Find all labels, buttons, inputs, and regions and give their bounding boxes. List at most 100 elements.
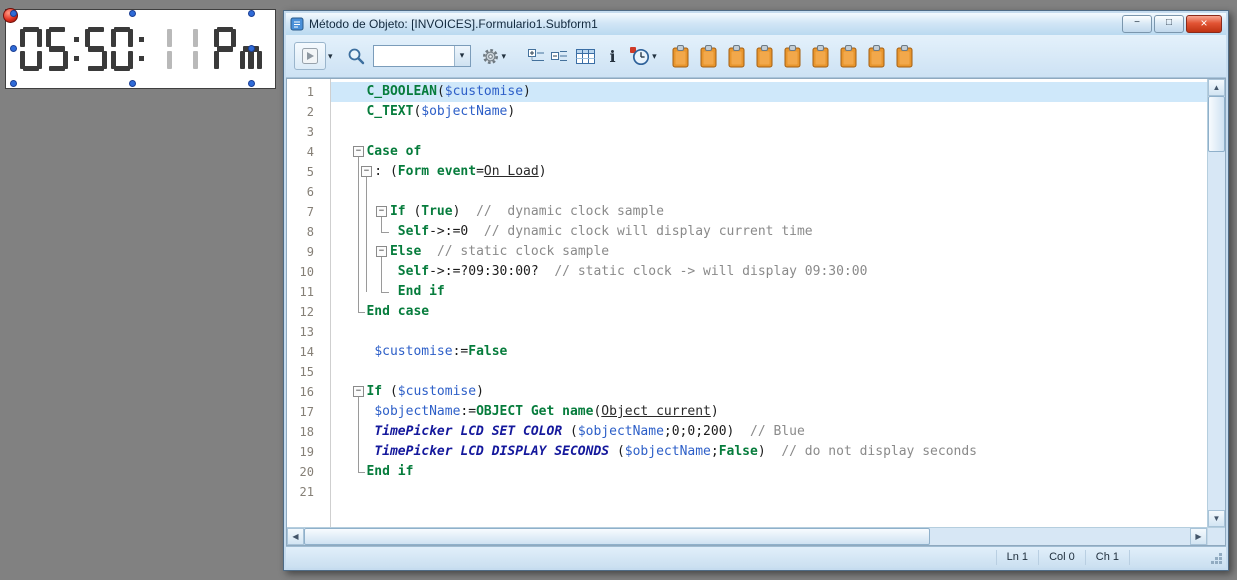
selection-handle-middle-right[interactable] [248,44,255,52]
selection-handle-middle-left[interactable] [10,44,17,52]
selection-handle-top-left[interactable] [10,10,17,17]
close-button[interactable]: × [1186,15,1222,33]
line-number: 13 [299,325,314,339]
line-number-gutter: 1 2 3 4 5 6 7 8 9 10 11 12 13 14 15 16 17 18 19 20 21 [287,79,331,527]
code-line-6[interactable] [331,182,1207,202]
run-icon [294,42,326,70]
code-line-17[interactable]: $objectName:=OBJECT Get name(Object curr… [331,402,1207,422]
code-line-10[interactable]: Self->:=?09:30:00? // static clock -> wi… [331,262,1207,282]
fold-toggle-icon[interactable]: − [376,246,387,257]
search-combobox-value[interactable] [374,46,454,66]
macros-button[interactable]: ▾ [481,47,507,66]
code-line-8[interactable]: Self->:=0 // dynamic clock will display … [331,222,1207,242]
clipboard-button-2[interactable] [699,44,718,68]
scroll-right-icon[interactable]: ▶ [1190,528,1207,545]
clock-form-panel[interactable] [3,8,276,89]
expand-all-icon[interactable] [528,48,545,64]
info-icon[interactable]: i [607,48,618,65]
fold-toggle-icon[interactable]: − [353,386,364,397]
dropdown-arrow-icon[interactable]: ▾ [652,51,657,62]
editor-main: 1 2 3 4 5 6 7 8 9 10 11 12 13 14 15 16 17 18 19 20 21 C_BOOL… [287,79,1225,527]
line-number: 3 [306,125,314,139]
fold-toggle-icon[interactable]: − [376,206,387,217]
run-method-button[interactable]: ▾ [294,42,333,70]
code-line-19[interactable]: TimePicker LCD DISPLAY SECONDS ($objectN… [331,442,1207,462]
dropdown-arrow-icon[interactable]: ▾ [328,51,333,62]
titlebar[interactable]: Método de Objeto: [INVOICES].Formulario1… [286,13,1226,35]
code-line-14[interactable]: $customise:=False [331,342,1207,362]
timer-clock-icon [630,46,650,65]
method-editor-window: Método de Objeto: [INVOICES].Formulario1… [283,10,1229,571]
code-line-16[interactable]: − If ($customise) [331,382,1207,402]
selection-handle-bottom-middle[interactable] [128,80,136,87]
clipboard-button-9[interactable] [895,44,914,68]
scroll-up-icon[interactable]: ▲ [1208,79,1225,96]
selection-handle-bottom-left[interactable] [10,80,17,87]
clipboard-button-1[interactable] [671,44,690,68]
status-line: Ln 1 [995,550,1038,565]
code-line-9[interactable]: − Else // static clock sample [331,242,1207,262]
combo-dropdown-icon[interactable]: ▾ [453,46,470,66]
clipboard-button-4[interactable] [755,44,774,68]
line-number: 16 [299,385,314,399]
method-table-icon[interactable] [576,48,596,65]
vertical-scrollbar[interactable]: ▲ ▼ [1207,79,1225,527]
collapse-all-icon[interactable] [551,48,568,64]
line-number: 10 [299,265,314,279]
resize-grip[interactable] [1219,561,1222,564]
line-number: 14 [299,345,314,359]
statusbar: Ln 1 Col 0 Ch 1 [286,546,1226,568]
code-line-12[interactable]: End case [331,302,1207,322]
code-lines[interactable]: C_BOOLEAN($customise) C_TEXT($objectName… [331,79,1207,527]
code-line-1[interactable]: C_BOOLEAN($customise) [331,82,1207,102]
line-number: 7 [306,205,314,219]
minimize-button[interactable]: − [1122,15,1152,33]
search-combobox[interactable]: ▾ [372,45,471,67]
horizontal-scroll-thumb[interactable] [304,528,930,545]
line-number: 12 [299,305,314,319]
line-number: 18 [299,425,314,439]
timer-button[interactable]: ▾ [630,46,657,66]
code-line-7[interactable]: − If (True) // dynamic clock sample [331,202,1207,222]
code-line-15[interactable] [331,362,1207,382]
code-line-11[interactable]: End if [331,282,1207,302]
code-line-2[interactable]: C_TEXT($objectName) [331,102,1207,122]
scroll-left-icon[interactable]: ◀ [287,528,304,545]
line-number: 4 [306,145,314,159]
selection-handle-top-right[interactable] [248,10,255,17]
window-title: Método de Objeto: [INVOICES].Formulario1… [309,17,598,31]
code-line-21[interactable] [331,482,1207,502]
maximize-button[interactable]: □ [1154,15,1184,33]
dropdown-arrow-icon[interactable]: ▾ [502,51,507,62]
fold-toggle-icon[interactable]: − [361,166,372,177]
vertical-scroll-thumb[interactable] [1208,96,1225,152]
clipboard-button-6[interactable] [811,44,830,68]
code-editor: 1 2 3 4 5 6 7 8 9 10 11 12 13 14 15 16 17 18 19 20 21 C_BOOL… [286,78,1226,546]
horizontal-scrollbar[interactable]: ◀ ▶ [287,527,1207,545]
desktop: { "clock_widget": { "display": [ {"text"… [0,0,1237,580]
clipboard-button-7[interactable] [839,44,858,68]
code-line-20[interactable]: End if [331,462,1207,482]
selection-handle-bottom-right[interactable] [248,80,255,87]
gear-icon [482,48,498,64]
clipboard-button-5[interactable] [783,44,802,68]
line-number: 15 [299,365,314,379]
line-number: 11 [299,285,314,299]
line-number: 17 [299,405,314,419]
clipboard-button-3[interactable] [727,44,746,68]
window-controls: − □ × [1122,15,1222,33]
search-icon[interactable] [347,47,365,65]
code-line-18[interactable]: TimePicker LCD SET COLOR ($objectName;0;… [331,422,1207,442]
horizontal-scrollbar-row: ◀ ▶ [287,527,1225,545]
code-line-3[interactable] [331,122,1207,142]
scroll-down-icon[interactable]: ▼ [1208,510,1225,527]
clipboard-button-8[interactable] [867,44,886,68]
code-line-5[interactable]: − : (Form event=On Load) [331,162,1207,182]
selection-handle-top-middle[interactable] [128,10,136,17]
code-line-13[interactable] [331,322,1207,342]
scrollbar-corner [1207,527,1225,545]
fold-toggle-icon[interactable]: − [353,146,364,157]
code-line-4[interactable]: − Case of [331,142,1207,162]
svg-text:i: i [610,48,616,65]
line-number: 2 [306,105,314,119]
